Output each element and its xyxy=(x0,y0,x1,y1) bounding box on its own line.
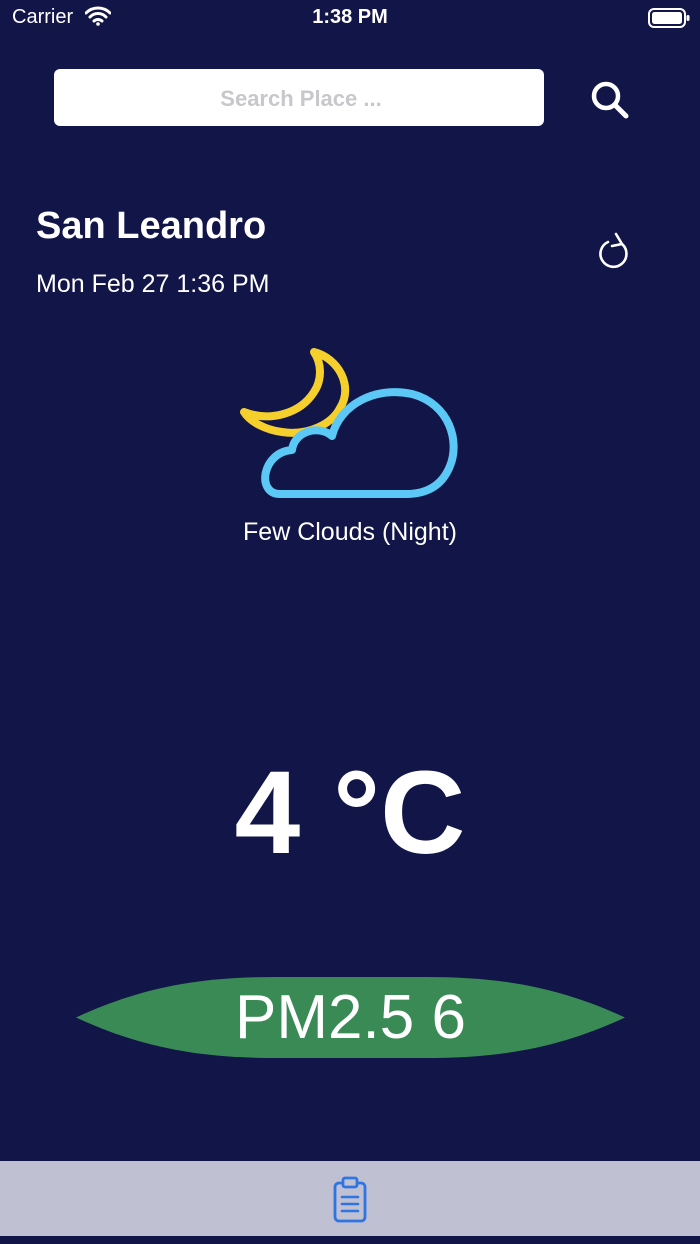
weather-condition: Few Clouds (Night) xyxy=(243,518,457,546)
status-bar: Carrier 1:38 PM xyxy=(0,0,700,36)
clipboard-list-icon[interactable] xyxy=(330,1175,370,1223)
temperature: 4 °C xyxy=(234,747,466,879)
status-time: 1:38 PM xyxy=(312,6,388,28)
city-name: San Leandro xyxy=(36,205,267,247)
date-time: Mon Feb 27 1:36 PM xyxy=(36,270,270,298)
refresh-icon[interactable] xyxy=(594,231,636,273)
battery-icon xyxy=(648,8,690,28)
search-box xyxy=(54,69,548,128)
home-indicator-area xyxy=(0,1236,700,1244)
pm25-value: PM2.5 6 xyxy=(235,983,466,1052)
search-input[interactable] xyxy=(54,69,548,128)
moon-cloud-icon xyxy=(240,348,458,498)
search-icon[interactable] xyxy=(588,78,632,122)
tab-bar xyxy=(0,1161,700,1236)
